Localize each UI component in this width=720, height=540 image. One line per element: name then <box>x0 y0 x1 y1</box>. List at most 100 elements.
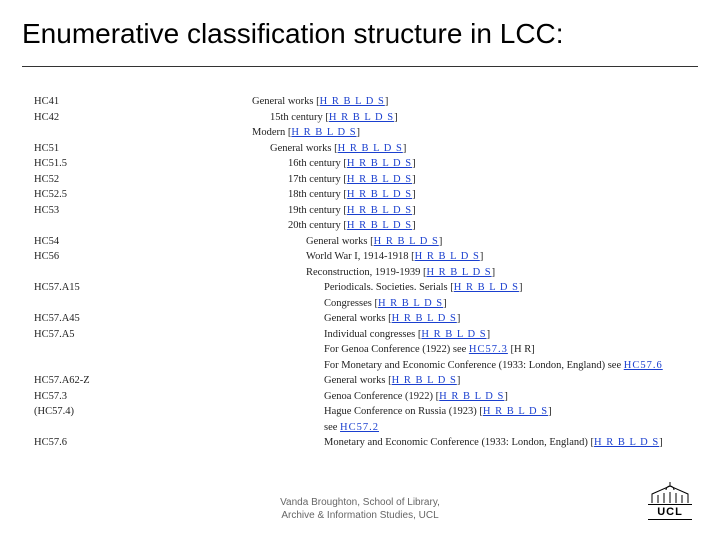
class-code <box>34 342 252 358</box>
class-code: HC57.3 <box>34 389 252 405</box>
class-label: Modern [H R B L D S] <box>252 125 690 141</box>
ucl-logo: UCL <box>648 482 692 520</box>
classification-row: HC5217th century [H R B L D S] <box>34 172 690 188</box>
class-code: HC51.5 <box>34 156 252 172</box>
class-label: General works [H R B L D S] <box>252 94 690 110</box>
label-text: 19th century <box>288 205 341 216</box>
class-code: HC52.5 <box>34 187 252 203</box>
class-label: Periodicals. Societies. Serials [H R B L… <box>252 280 690 296</box>
catalog-links[interactable]: H R B L D S <box>347 189 412 200</box>
class-label: 17th century [H R B L D S] <box>252 172 690 188</box>
label-text: Genoa Conference (1922) <box>324 391 433 402</box>
footer-line-2: Archive & Information Studies, UCL <box>0 509 720 522</box>
classification-row: Reconstruction, 1919-1939 [H R B L D S] <box>34 265 690 281</box>
label-text: World War I, 1914-1918 <box>306 251 409 262</box>
class-code: HC54 <box>34 234 252 250</box>
class-label: see HC57.2 <box>252 420 690 436</box>
catalog-links[interactable]: H R B L D S <box>374 236 439 247</box>
catalog-links[interactable]: H R B L D S <box>439 391 504 402</box>
class-code: HC42 <box>34 110 252 126</box>
label-text: 17th century <box>288 174 341 185</box>
classification-row: HC51.516th century [H R B L D S] <box>34 156 690 172</box>
title-underline <box>22 66 698 67</box>
slide-footer: Vanda Broughton, School of Library, Arch… <box>0 496 720 522</box>
class-label: General works [H R B L D S] <box>252 141 690 157</box>
catalog-links[interactable]: H R B L D S <box>291 127 356 138</box>
catalog-links[interactable]: H R B L D S <box>483 406 548 417</box>
classification-listing: HC41General works [H R B L D S]HC42 15th … <box>34 94 690 451</box>
catalog-links[interactable]: H R B L D S <box>421 329 486 340</box>
class-label: Congresses [H R B L D S] <box>252 296 690 312</box>
classification-row: HC56World War I, 1914-1918 [H R B L D S] <box>34 249 690 265</box>
class-code: HC57.A62-Z <box>34 373 252 389</box>
catalog-links[interactable]: H R B L D S <box>347 158 412 169</box>
catalog-links[interactable]: H R B L D S <box>320 96 385 107</box>
catalog-links[interactable]: H R B L D S <box>378 298 443 309</box>
class-code <box>34 218 252 234</box>
class-code: HC57.A45 <box>34 311 252 327</box>
label-text: General works <box>306 236 368 247</box>
label-text: 20th century <box>288 220 341 231</box>
label-text: 15th century <box>270 112 323 123</box>
classification-row: HC57.A15Periodicals. Societies. Serials … <box>34 280 690 296</box>
catalog-links[interactable]: H R B L D S <box>392 375 457 386</box>
class-label: General works [H R B L D S] <box>252 311 690 327</box>
classification-row: (HC57.4) Hague Conference on Russia (1923… <box>34 404 690 420</box>
class-code <box>34 265 252 281</box>
classification-row: HC54General works [H R B L D S] <box>34 234 690 250</box>
label-text: Reconstruction, 1919-1939 <box>306 267 420 278</box>
catalog-links[interactable]: H R B L D S <box>347 205 412 216</box>
classification-row: HC4215th century [H R B L D S] <box>34 110 690 126</box>
class-label: Individual congresses [H R B L D S] <box>252 327 690 343</box>
classification-row: HC57.A45General works [H R B L D S] <box>34 311 690 327</box>
catalog-links[interactable]: H R B L D S <box>426 267 491 278</box>
catalog-links[interactable]: H R B L D S <box>347 174 412 185</box>
classification-row: HC57.3Genoa Conference (1922) [H R B L D… <box>34 389 690 405</box>
classification-row: For Genoa Conference (1922) see HC57.3 [… <box>34 342 690 358</box>
footer-line-1: Vanda Broughton, School of Library, <box>0 496 720 509</box>
ucl-logo-text: UCL <box>648 504 692 520</box>
catalog-links[interactable]: H R B L D S <box>392 313 457 324</box>
class-code: HC56 <box>34 249 252 265</box>
classification-row: HC41General works [H R B L D S] <box>34 94 690 110</box>
class-label: 16th century [H R B L D S] <box>252 156 690 172</box>
label-text: Modern <box>252 127 285 138</box>
classification-row: Modern [H R B L D S] <box>34 125 690 141</box>
label-text: General works <box>324 375 386 386</box>
label-text: Monetary and Economic Conference (1933: … <box>324 437 588 448</box>
class-code: (HC57.4) <box>34 404 252 420</box>
class-code <box>34 296 252 312</box>
classification-row: HC57.A5Individual congresses [H R B L D … <box>34 327 690 343</box>
class-code <box>34 125 252 141</box>
class-code: HC52 <box>34 172 252 188</box>
catalog-links[interactable]: H R B L D S <box>329 112 394 123</box>
catalog-links[interactable]: H R B L D S <box>347 220 412 231</box>
classification-row: 20th century [H R B L D S] <box>34 218 690 234</box>
class-code: HC51 <box>34 141 252 157</box>
class-code <box>34 358 252 374</box>
see-reference-link[interactable]: HC57.6 <box>624 360 663 371</box>
class-label: For Monetary and Economic Conference (19… <box>252 358 690 374</box>
class-code: HC57.A5 <box>34 327 252 343</box>
label-text: Hague Conference on Russia (1923) <box>324 406 477 417</box>
class-label: 18th century [H R B L D S] <box>252 187 690 203</box>
see-reference-link[interactable]: HC57.2 <box>340 422 379 433</box>
classification-row: HC51General works [H R B L D S] <box>34 141 690 157</box>
label-text: General works <box>324 313 386 324</box>
classification-row: HC57.6 Monetary and Economic Conference (… <box>34 435 690 451</box>
catalog-links[interactable]: H R B L D S <box>594 437 659 448</box>
catalog-links[interactable]: H R B L D S <box>454 282 519 293</box>
label-text: For Monetary and Economic Conference (19… <box>324 360 624 371</box>
class-label: Reconstruction, 1919-1939 [H R B L D S] <box>252 265 690 281</box>
label-text: General works <box>252 96 314 107</box>
ucl-dome-icon <box>648 482 692 504</box>
catalog-links[interactable]: H R B L D S <box>415 251 480 262</box>
catalog-links[interactable]: H R B L D S <box>338 143 403 154</box>
see-reference-link[interactable]: HC57.3 <box>469 344 508 355</box>
label-text: For Genoa Conference (1922) see <box>324 344 469 355</box>
classification-row: For Monetary and Economic Conference (19… <box>34 358 690 374</box>
label-text: see <box>324 422 340 433</box>
label-text: Individual congresses <box>324 329 415 340</box>
class-code: HC57.6 <box>34 435 252 451</box>
classification-row: HC52.518th century [H R B L D S] <box>34 187 690 203</box>
